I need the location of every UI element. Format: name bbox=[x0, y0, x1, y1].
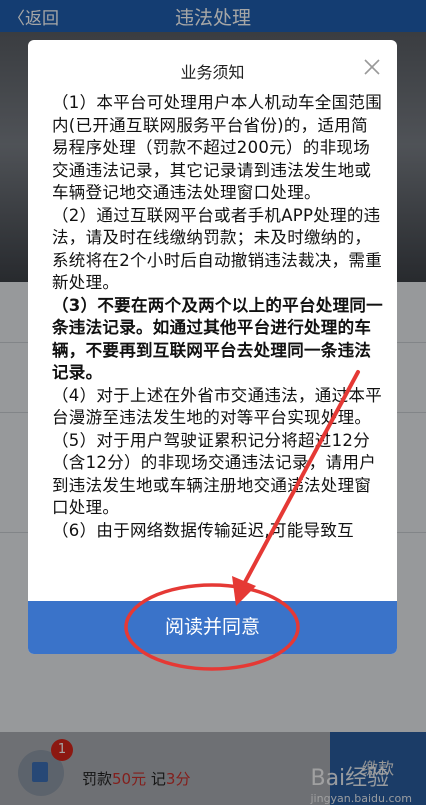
notice-dialog: 业务须知 （1）本平台可处理用户本人机动车全国范围内(已开通互联网服务平台省份)… bbox=[28, 40, 397, 654]
agree-button[interactable]: 阅读并同意 bbox=[28, 601, 397, 654]
notice-paragraph-4: （4）对于上述在外省市交通违法，通过本平台漫游至违法发生地的对等平台实现处理。 bbox=[52, 385, 382, 428]
dialog-title: 业务须知 bbox=[180, 63, 245, 82]
notice-paragraph-2: （2）通过互联网平台或者手机APP处理的违法，请及时在线缴纳罚款；未及时缴纳的，… bbox=[52, 205, 382, 293]
notice-paragraph-3: （3）不要在两个及两个以上的平台处理同一条违法记录。如通过其他平台进行处理的车辆… bbox=[52, 295, 383, 383]
dialog-content[interactable]: （1）本平台可处理用户本人机动车全国范围内(已开通互联网服务平台省份)的，适用简… bbox=[52, 92, 384, 640]
close-icon[interactable] bbox=[359, 54, 385, 80]
notice-paragraph-5: （5）对于用户驾驶证累积记分将超过12分（含12分）的非现场交通违法记录，请用户… bbox=[52, 430, 376, 518]
notice-paragraph-6: （6）由于网络数据传输延迟,可能导致互 bbox=[52, 520, 354, 540]
notice-paragraph-1: （1）本平台可处理用户本人机动车全国范围内(已开通互联网服务平台省份)的，适用简… bbox=[52, 93, 382, 202]
